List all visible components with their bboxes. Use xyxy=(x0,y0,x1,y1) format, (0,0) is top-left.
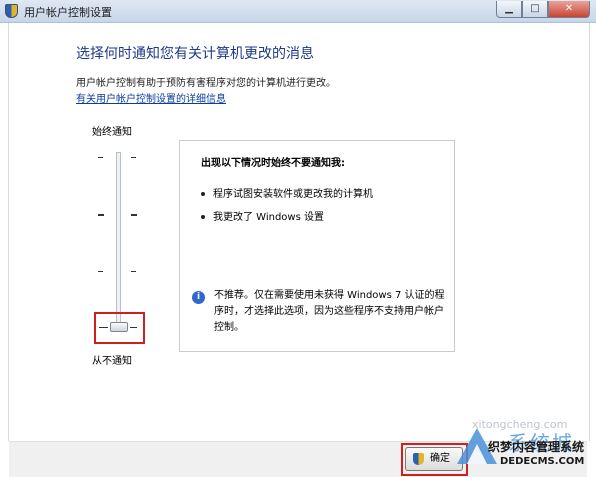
list-item: 我更改了 Windows 设置 xyxy=(201,208,324,223)
window-controls: ▁ □ ✕ xyxy=(496,1,590,19)
title-bar: 用户帐户控制设置 ▁ □ ✕ xyxy=(0,0,596,23)
watermark-brand: 织梦内容管理系统 xyxy=(488,440,585,454)
recommendation-note: 不推荐。仅在需要使用未获得 Windows 7 认证的程序时，才选择此选项，因为… xyxy=(214,290,445,333)
slider-top-label: 始终通知 xyxy=(92,127,132,138)
slider-bottom-label: 从不通知 xyxy=(92,356,132,367)
window-title: 用户帐户控制设置 xyxy=(24,6,112,19)
watermark-url: DEDECMS.COM xyxy=(500,456,585,467)
slider-tick-left xyxy=(98,271,103,272)
slider-tick-left xyxy=(98,214,104,216)
minimize-button[interactable]: ▁ xyxy=(496,1,522,18)
uac-details-link[interactable]: 有关用户帐户控制设置的详细信息 xyxy=(76,90,226,105)
page-heading: 选择何时通知您有关计算机更改的消息 xyxy=(76,46,314,62)
page-description: 用户帐户控制有助于预防有害程序对您的计算机进行更改。 xyxy=(76,78,336,89)
info-icon: i xyxy=(192,291,205,304)
slider-tick-left xyxy=(98,157,103,158)
maximize-button[interactable]: □ xyxy=(522,1,548,18)
slider-highlight-box xyxy=(94,312,145,344)
slider-tick-right xyxy=(131,271,136,272)
notification-slider-track[interactable] xyxy=(116,152,121,330)
bullet-icon xyxy=(201,215,205,219)
bullet-icon xyxy=(201,192,205,196)
list-item: 程序试图安装软件或更改我的计算机 xyxy=(201,185,373,200)
list-item-text: 我更改了 Windows 设置 xyxy=(213,212,324,223)
slider-tick-right xyxy=(131,214,137,216)
uac-shield-icon xyxy=(5,4,18,18)
list-item-text: 程序试图安装软件或更改我的计算机 xyxy=(213,189,373,200)
close-button[interactable]: ✕ xyxy=(548,1,590,18)
level-description-title: 出现以下情况时始终不要通知我: xyxy=(201,158,345,169)
slider-tick-right xyxy=(131,157,136,158)
